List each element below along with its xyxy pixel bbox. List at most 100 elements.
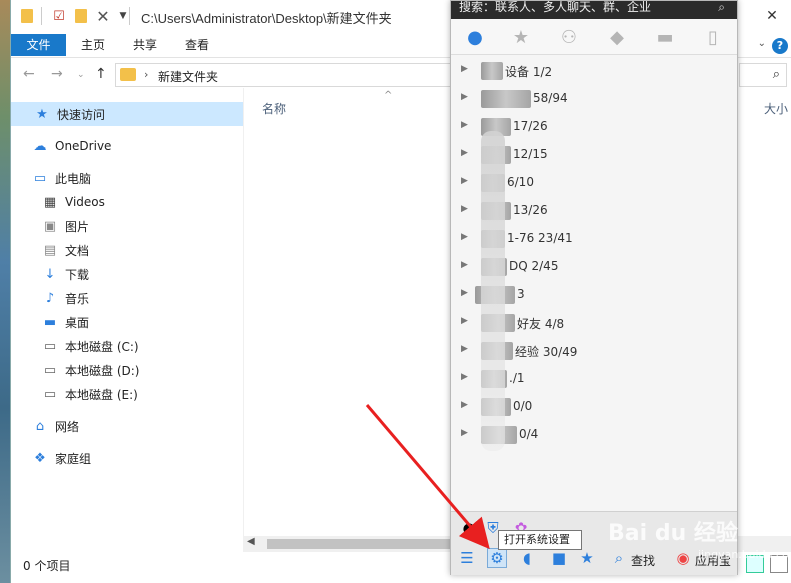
gear-icon[interactable]: ⚙	[487, 548, 507, 568]
search-icon: ⌕	[772, 67, 780, 82]
contacts-tab-icon[interactable]: ●	[463, 25, 487, 49]
picture-icon: ▣	[43, 218, 57, 234]
nav-item[interactable]: ▭ 本地磁盘 (D:)	[11, 358, 243, 382]
nav-item[interactable]: ▭ 本地磁盘 (E:)	[11, 382, 243, 406]
forward-icon[interactable]: →	[51, 66, 63, 82]
baidu-watermark-url: jingyan.baidu.com	[698, 548, 791, 561]
close-icon[interactable]: ✕	[752, 0, 791, 32]
tab-share[interactable]: 共享	[125, 34, 165, 56]
group-count-label: 3	[517, 287, 525, 301]
computer-icon: ▭	[33, 170, 47, 186]
nav-item-label: 网络	[55, 419, 80, 434]
chevron-right-icon[interactable]: ›	[144, 68, 148, 81]
baidu-watermark: Bai du 经验	[608, 521, 738, 546]
nav-item[interactable]: ↓ 下载	[11, 262, 243, 286]
chevron-right-icon: ▶	[461, 232, 468, 242]
main-menu-icon[interactable]: ☰	[457, 548, 477, 568]
search-icon[interactable]: ⌕	[609, 548, 629, 568]
nav-item[interactable]: ☁ OneDrive	[11, 134, 243, 158]
delete-icon[interactable]: ✕	[95, 7, 111, 26]
chevron-right-icon: ▶	[461, 260, 468, 270]
folder-icon	[19, 8, 35, 24]
divider	[41, 7, 42, 25]
column-header-name[interactable]: 名称	[262, 100, 286, 117]
group-count-label: ./1	[509, 371, 525, 385]
find-button[interactable]: 查找	[631, 552, 655, 569]
nav-item[interactable]: ▣ 图片	[11, 214, 243, 238]
nav-item-label: 桌面	[65, 315, 90, 330]
navigation-pane: ★ 快速访问 ☁ OneDrive ▭ 此电脑 ▦ Videos ▣ 图片 ▤ 文档 ↓ 下载 ♪ 音乐 ▬ 桌面…	[11, 96, 243, 546]
search-input[interactable]: ⌕	[739, 63, 787, 87]
scrollbar-thumb[interactable]	[267, 539, 467, 549]
nav-item-label: 本地磁盘 (C:)	[65, 339, 139, 354]
nav-item[interactable]: ▭ 此电脑	[11, 166, 243, 190]
star-icon: ★	[36, 106, 48, 122]
messages-tab-icon[interactable]: ▬	[653, 25, 677, 49]
nav-item-label: 本地磁盘 (D:)	[65, 363, 140, 378]
phone-tab-icon[interactable]: ▯	[701, 25, 725, 49]
chevron-right-icon: ▶	[461, 64, 468, 74]
back-icon[interactable]: ←	[23, 66, 35, 82]
nav-item-label: 音乐	[65, 291, 90, 306]
group-count-label: 0/4	[519, 427, 539, 441]
blurred-region	[481, 131, 505, 451]
chevron-right-icon: ▶	[461, 176, 468, 186]
scroll-left-icon[interactable]: ◀	[247, 536, 255, 547]
chevron-right-icon: ▶	[461, 288, 468, 298]
volume-icon[interactable]: ◖	[517, 548, 537, 568]
qq-search-input[interactable]: 搜索：联系人、多人聊天、群、企业 ⌕	[451, 1, 737, 19]
bookmark-star-icon[interactable]: ★	[577, 548, 597, 568]
tab-file[interactable]: 文件	[11, 34, 66, 56]
group-count-label: 好友 4/8	[517, 317, 565, 331]
nav-item[interactable]: ▦ Videos	[11, 190, 243, 214]
app-icon[interactable]: ●	[459, 518, 479, 538]
chevron-down-icon[interactable]: ⌄	[77, 70, 85, 80]
nav-item[interactable]: ★ 快速访问	[11, 102, 243, 126]
contact-group[interactable]: ▶ 58/94	[451, 85, 737, 113]
chevron-right-icon: ▶	[461, 204, 468, 214]
nav-item-label: 快速访问	[57, 107, 106, 122]
sort-up-icon: ^	[384, 90, 393, 101]
nav-item[interactable]: ▤ 文档	[11, 238, 243, 262]
properties-icon[interactable]: ☑	[51, 8, 67, 24]
groups-tab-icon[interactable]: ⚇	[557, 25, 581, 49]
window-title: C:\Users\Administrator\Desktop\新建文件夹	[141, 11, 392, 26]
video-icon: ▦	[43, 194, 57, 210]
folder-icon	[120, 68, 136, 81]
nav-item-label: 家庭组	[55, 451, 92, 466]
contact-group[interactable]: ▶ 设备 1/2	[451, 57, 737, 85]
nav-item-label: 本地磁盘 (E:)	[65, 387, 138, 402]
nav-item[interactable]: ⌂ 网络	[11, 414, 243, 438]
group-count-label: 17/26	[513, 119, 548, 133]
group-count-label: 58/94	[533, 91, 568, 105]
mail-icon[interactable]: ■	[549, 548, 569, 568]
qq-tab-bar: ● ★ ⚇ ◆ ▬ ▯	[451, 19, 737, 55]
discussion-tab-icon[interactable]: ◆	[605, 25, 629, 49]
nav-item-label: OneDrive	[55, 139, 112, 153]
new-folder-icon[interactable]	[73, 8, 89, 24]
chevron-down-icon[interactable]: ⌄	[758, 38, 766, 49]
group-count-label: 6/10	[507, 175, 534, 189]
up-icon[interactable]: ↑	[95, 66, 107, 82]
favorites-tab-icon[interactable]: ★	[509, 25, 533, 49]
group-count-label: 设备 1/2	[505, 65, 553, 79]
tab-home[interactable]: 主页	[73, 34, 113, 56]
column-header-size[interactable]: 大小	[764, 100, 788, 117]
drive-icon: ▭	[43, 362, 57, 378]
nav-item[interactable]: ❖ 家庭组	[11, 446, 243, 470]
nav-item[interactable]: ▭ 本地磁盘 (C:)	[11, 334, 243, 358]
search-icon[interactable]: ⌕	[718, 1, 725, 14]
chevron-right-icon: ▶	[461, 400, 468, 410]
group-count-label: DQ 2/45	[509, 259, 559, 273]
group-count-label: 12/15	[513, 147, 548, 161]
group-count-label: 13/26	[513, 203, 548, 217]
chevron-right-icon: ▶	[461, 316, 468, 326]
tab-view[interactable]: 查看	[177, 34, 217, 56]
qq-main-panel: 搜索：联系人、多人聊天、群、企业 ⌕ ● ★ ⚇ ◆ ▬ ▯ ▶ 设备 1/2 ▶ 5…	[450, 0, 738, 575]
nav-item[interactable]: ♪ 音乐	[11, 286, 243, 310]
app-center-icon[interactable]: ◉	[673, 548, 693, 568]
chevron-right-icon: ▶	[461, 148, 468, 158]
nav-item[interactable]: ▬ 桌面	[11, 310, 243, 334]
nav-item-label: 图片	[65, 219, 90, 234]
help-icon[interactable]: ?	[772, 38, 788, 54]
